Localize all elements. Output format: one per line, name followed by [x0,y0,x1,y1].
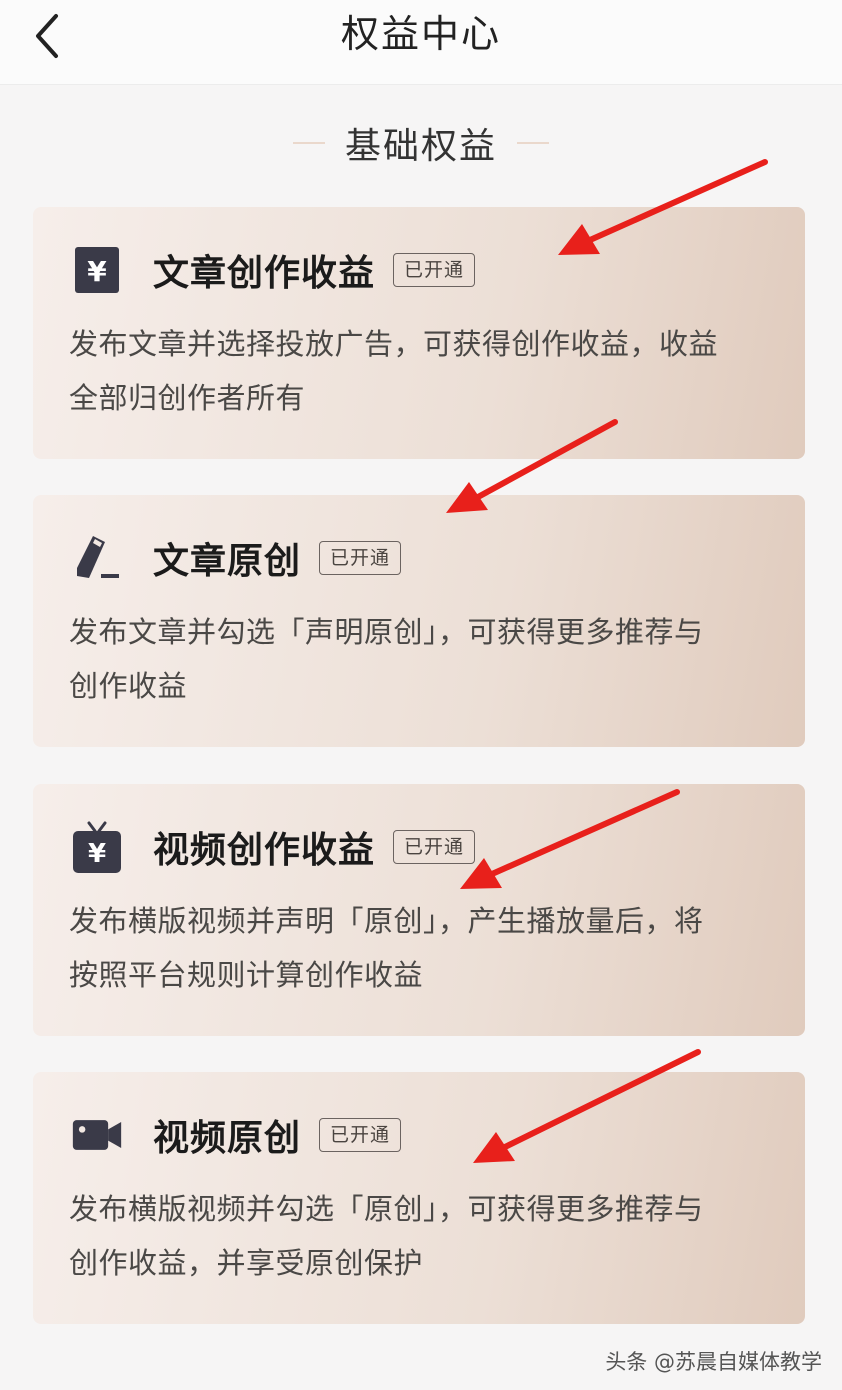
card-description: 发布文章并勾选「声明原创」，可获得更多推荐与 创作收益 [69,605,781,713]
divider-line-right [517,142,549,144]
description-line: 发布横版视频并勾选「原创」，可获得更多推荐与 [69,1192,704,1226]
benefit-card-article-revenue[interactable]: ¥ 文章创作收益 已开通 发布文章并选择投放广告，可获得创作收益，收益 全部归创… [33,207,805,459]
video-camera-icon [71,1109,123,1161]
card-title: 视频创作收益 [153,830,376,871]
svg-text:¥: ¥ [88,839,106,869]
watermark: 头条 @苏晨自媒体教学 [605,1350,822,1374]
card-description: 发布横版视频并勾选「原创」，可获得更多推荐与 创作收益，并享受原创保护 [69,1182,781,1290]
benefit-card-article-original[interactable]: 文章原创 已开通 发布文章并勾选「声明原创」，可获得更多推荐与 创作收益 [33,495,805,747]
card-header: ¥ 视频创作收益 已开通 [71,820,476,874]
description-line: 发布文章并选择投放广告，可获得创作收益，收益 [69,327,719,361]
description-line: 创作收益，并享受原创保护 [69,1246,424,1280]
description-line: 全部归创作者所有 [69,381,306,415]
card-description: 发布文章并选择投放广告，可获得创作收益，收益 全部归创作者所有 [69,317,781,425]
card-header: 文章原创 已开通 [71,531,402,585]
card-title: 文章创作收益 [153,253,376,294]
status-badge: 已开通 [393,253,476,287]
svg-text:¥: ¥ [87,255,107,288]
pen-icon [71,532,123,584]
description-line: 发布横版视频并声明「原创」，产生播放量后，将 [69,904,704,938]
description-line: 发布文章并勾选「声明原创」，可获得更多推荐与 [69,615,704,649]
benefit-card-video-original[interactable]: 视频原创 已开通 发布横版视频并勾选「原创」，可获得更多推荐与 创作收益，并享受… [33,1072,805,1324]
top-nav-bar: 权益中心 [0,0,842,85]
tv-yuan-icon: ¥ [71,821,123,873]
status-badge: 已开通 [319,541,402,575]
benefit-card-video-revenue[interactable]: ¥ 视频创作收益 已开通 发布横版视频并声明「原创」，产生播放量后，将 按照平台… [33,784,805,1036]
card-header: ¥ 文章创作收益 已开通 [71,243,476,297]
status-badge: 已开通 [319,1118,402,1152]
divider-line-left [292,142,325,144]
status-badge: 已开通 [393,830,476,864]
card-title: 文章原创 [153,541,302,582]
section-title: 基础权益 [344,126,497,167]
description-line: 按照平台规则计算创作收益 [69,958,424,992]
card-description: 发布横版视频并声明「原创」，产生播放量后，将 按照平台规则计算创作收益 [69,894,781,1002]
card-title: 视频原创 [153,1118,302,1159]
yuan-card-icon: ¥ [71,244,123,296]
description-line: 创作收益 [69,669,188,703]
page-title: 权益中心 [340,12,501,56]
section-heading: 基础权益 [0,118,842,168]
card-header: 视频原创 已开通 [71,1108,402,1162]
